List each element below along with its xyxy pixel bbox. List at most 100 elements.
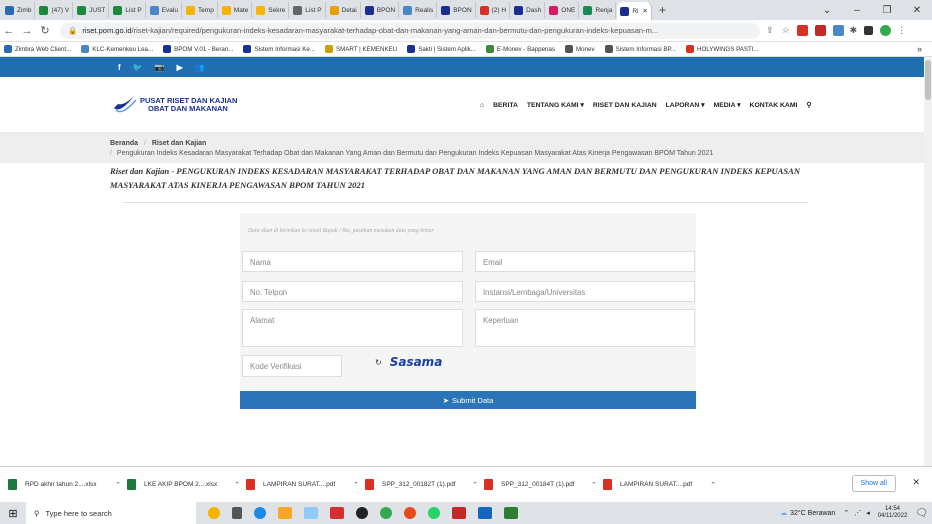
bookmark-item[interactable]: Sistem Informasi BP... bbox=[604, 45, 676, 53]
volume-icon[interactable]: ◂ bbox=[866, 509, 870, 517]
profile-avatar[interactable] bbox=[880, 25, 892, 36]
browser-tab[interactable]: ONE bbox=[546, 2, 580, 18]
instansi-input[interactable]: Instansi/Lembaga/Universitas bbox=[475, 281, 695, 302]
facebook-icon[interactable]: f bbox=[118, 63, 121, 72]
telpon-input[interactable]: No. Telpon bbox=[242, 281, 463, 302]
submit-button[interactable]: ➤ Submit Data bbox=[240, 391, 696, 409]
browser-tab[interactable]: Zimb bbox=[2, 2, 36, 18]
close-tab-icon[interactable]: ✕ bbox=[643, 7, 648, 15]
download-options-icon[interactable]: ⌃ bbox=[234, 481, 240, 489]
youtube-icon[interactable]: ▶ bbox=[177, 63, 183, 72]
browser-tab[interactable]: Realis bbox=[400, 2, 438, 18]
bookmark-item[interactable]: SMART | KEMENKEU bbox=[324, 45, 397, 53]
bookmark-star-icon[interactable]: ☆ bbox=[782, 25, 790, 36]
instagram-icon[interactable]: 📷 bbox=[155, 63, 165, 72]
site-logo[interactable]: PUSAT RISET DAN KAJIAN OBAT DAN MAKANAN bbox=[112, 94, 237, 116]
page-scrollbar[interactable] bbox=[924, 57, 932, 466]
whatsapp-icon[interactable] bbox=[428, 507, 440, 519]
network-icon[interactable]: ⋰ bbox=[854, 509, 861, 517]
breadcrumb-home[interactable]: Beranda bbox=[110, 140, 138, 147]
bookmark-item[interactable]: BPOM V.01 - Beran... bbox=[163, 45, 233, 53]
chrome-icon[interactable] bbox=[380, 507, 392, 519]
bookmark-item[interactable]: Sakti | Sistem Aplik... bbox=[407, 45, 476, 53]
app-icon[interactable] bbox=[304, 507, 318, 519]
browser-tab[interactable]: Sekre bbox=[253, 2, 290, 18]
browser-tab[interactable]: (47) V bbox=[36, 2, 74, 18]
clock[interactable]: 14:54 04/11/2022 bbox=[878, 506, 908, 520]
bookmark-item[interactable]: Sistem Informasi Ke... bbox=[243, 45, 315, 53]
word-icon[interactable] bbox=[478, 507, 492, 519]
bookmarks-overflow-icon[interactable]: » bbox=[917, 44, 922, 54]
minimize-button[interactable]: – bbox=[842, 5, 872, 16]
back-button[interactable]: ← bbox=[0, 25, 18, 37]
edge-icon[interactable] bbox=[254, 507, 266, 519]
download-options-icon[interactable]: ⌃ bbox=[115, 481, 121, 489]
share-icon[interactable]: ⇪ bbox=[766, 25, 774, 36]
bookmark-item[interactable]: E-Monev - Bappenas bbox=[485, 45, 555, 53]
browser-tab[interactable]: List P bbox=[290, 2, 326, 18]
task-view-icon[interactable] bbox=[232, 507, 242, 519]
media-icon[interactable] bbox=[356, 507, 368, 519]
file-explorer-icon[interactable] bbox=[278, 507, 292, 519]
office-icon[interactable] bbox=[404, 507, 416, 519]
new-tab-button[interactable]: + bbox=[659, 3, 666, 17]
twitter-icon[interactable]: 🐦 bbox=[133, 63, 143, 72]
reload-button[interactable]: ↻ bbox=[36, 24, 54, 37]
download-item[interactable]: LAMPIRAN SURAT....pdf ⌃ bbox=[603, 479, 716, 490]
keperluan-textarea[interactable]: Keperluan bbox=[475, 309, 695, 347]
browser-tab[interactable]: Temp bbox=[183, 2, 218, 18]
taskbar-search[interactable]: ⚲ Type here to search bbox=[26, 502, 196, 524]
download-item[interactable]: LAMPIRAN SURAT....pdf ⌃ bbox=[246, 479, 359, 490]
email-input[interactable]: Email bbox=[475, 251, 695, 272]
bookmark-item[interactable]: HOLYWINGS PASTI... bbox=[686, 45, 759, 53]
nav-item[interactable]: BERITA bbox=[493, 102, 518, 109]
browser-tab[interactable]: Renja bbox=[580, 2, 617, 18]
mail-extension-icon[interactable] bbox=[832, 25, 844, 36]
bookmark-item[interactable]: Zimbra Web Client... bbox=[4, 45, 71, 53]
breadcrumb-section[interactable]: Riset dan Kajian bbox=[152, 140, 206, 147]
download-item[interactable]: LKE AKIP BPOM 2....xlsx ⌃ bbox=[127, 479, 240, 490]
bookmark-item[interactable]: Monev bbox=[565, 45, 595, 53]
widgets-icon[interactable] bbox=[208, 507, 220, 519]
browser-tab[interactable]: Evalu bbox=[147, 2, 182, 18]
bookmark-item[interactable]: KLC-Kemenkeu Lea... bbox=[81, 45, 153, 53]
browser-tab[interactable]: Ri ✕ bbox=[617, 2, 652, 20]
scrollbar-thumb[interactable] bbox=[925, 60, 931, 100]
tab-search-icon[interactable]: ⌄ bbox=[812, 5, 842, 16]
download-options-icon[interactable]: ⌃ bbox=[710, 481, 716, 489]
browser-tab[interactable]: List P bbox=[110, 2, 146, 18]
tray-chevron-icon[interactable]: ⌃ bbox=[843, 509, 849, 517]
download-item[interactable]: SPP_312_00184T (1).pdf ⌃ bbox=[484, 479, 597, 490]
download-item[interactable]: SPP_312_00182T (1).pdf ⌃ bbox=[365, 479, 478, 490]
browser-tab[interactable]: Mate bbox=[219, 2, 253, 18]
show-all-downloads-button[interactable]: Show all bbox=[851, 475, 896, 492]
nav-item[interactable]: TENTANG KAMI ▾ bbox=[527, 101, 584, 109]
excel-icon[interactable] bbox=[504, 507, 518, 519]
download-options-icon[interactable]: ⌃ bbox=[353, 481, 359, 489]
browser-menu-icon[interactable]: ⋮ bbox=[897, 25, 906, 36]
notification-icon[interactable]: 🗨 bbox=[915, 508, 928, 519]
sidebar-icon[interactable] bbox=[864, 26, 874, 35]
extension-icon[interactable] bbox=[814, 25, 826, 36]
browser-tab[interactable]: Detai bbox=[327, 2, 361, 18]
alamat-textarea[interactable]: Alamat bbox=[242, 309, 463, 347]
download-item[interactable]: RPD akhir tahun 2....xlsx ⌃ bbox=[8, 479, 121, 490]
restore-button[interactable]: ❐ bbox=[872, 5, 902, 16]
kode-verifikasi-input[interactable]: Kode Verifikasi bbox=[242, 355, 342, 377]
acrobat-icon[interactable] bbox=[330, 507, 344, 519]
weather-text[interactable]: 32°C Berawan bbox=[790, 510, 835, 517]
download-options-icon[interactable]: ⌃ bbox=[591, 481, 597, 489]
browser-tab[interactable]: BPON bbox=[362, 2, 400, 18]
nav-item[interactable]: LAPORAN ▾ bbox=[666, 101, 705, 109]
browser-tab[interactable]: JUST bbox=[74, 2, 110, 18]
nama-input[interactable]: Nama bbox=[242, 251, 463, 272]
nav-item[interactable]: RISET DAN KAJIAN bbox=[593, 102, 657, 109]
nav-item[interactable]: KONTAK KAMI bbox=[750, 102, 798, 109]
nav-item[interactable]: MEDIA ▾ bbox=[714, 101, 741, 109]
close-window-button[interactable]: ✕ bbox=[902, 5, 932, 16]
pdf-app-icon[interactable] bbox=[452, 507, 466, 519]
home-icon[interactable]: ⌂ bbox=[480, 102, 484, 109]
url-omnibox[interactable]: 🔒 riset.pom.go.id/riset-kajian/required/… bbox=[60, 22, 760, 39]
site-search-icon[interactable]: ⚲ bbox=[806, 101, 811, 109]
windows-start-icon[interactable]: ⊞ bbox=[0, 507, 26, 520]
